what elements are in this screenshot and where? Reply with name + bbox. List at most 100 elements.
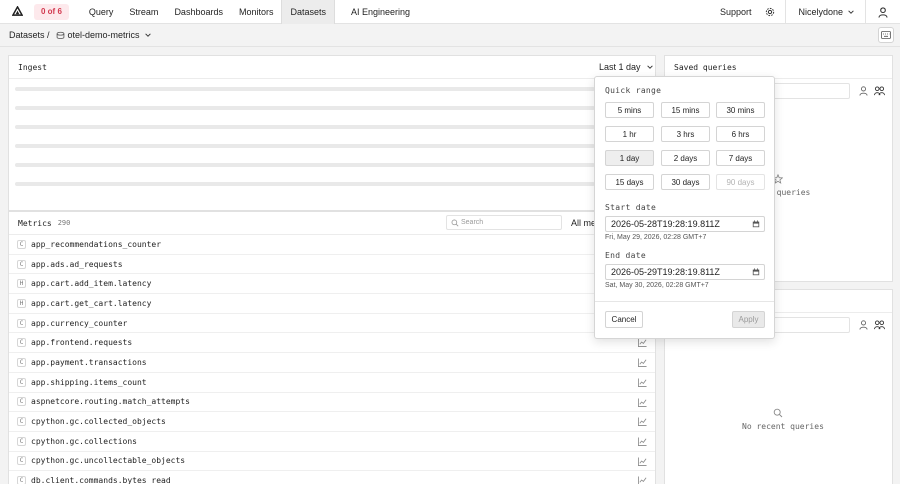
org-switcher[interactable]: Nicelydone — [786, 0, 865, 24]
metric-name: cpython.gc.collections — [31, 436, 137, 446]
loading-skeleton — [15, 106, 595, 110]
metric-type-badge: C — [17, 318, 26, 328]
team-filter-icon[interactable] — [873, 319, 885, 331]
metric-row[interactable]: Happ.cart.add_item.latency — [9, 274, 655, 295]
metric-name: cpython.gc.uncollectable_objects — [31, 456, 186, 466]
metric-row[interactable]: Capp_recommendations_counter — [9, 235, 655, 255]
loading-skeleton — [15, 87, 595, 91]
cancel-button[interactable]: Cancel — [605, 311, 643, 328]
metric-name: cpython.gc.collected_objects — [31, 417, 166, 427]
nav-datasets[interactable]: Datasets — [281, 0, 336, 24]
time-range-selector[interactable]: Last 1 day — [599, 62, 654, 72]
nav-query[interactable]: Query — [81, 0, 122, 24]
nav-stream[interactable]: Stream — [121, 0, 166, 24]
chevron-down-icon[interactable] — [144, 31, 152, 39]
calendar-icon[interactable] — [752, 268, 760, 276]
metric-row[interactable]: Happ.cart.get_cart.latency — [9, 294, 655, 314]
time-range-label: Last 1 day — [599, 62, 641, 72]
metric-row[interactable]: Capp.frontend.requests — [9, 333, 655, 354]
metric-name: app_recommendations_counter — [31, 239, 162, 249]
loading-skeleton — [15, 144, 595, 148]
nav-monitors[interactable]: Monitors — [231, 0, 282, 24]
end-date-value: 2026-05-29T19:28:19.811Z — [611, 267, 720, 277]
dataset-stack-icon — [56, 31, 64, 39]
team-filter-icon[interactable] — [873, 85, 885, 97]
quick-range-option: 90 days — [716, 174, 765, 190]
settings-gear-icon[interactable] — [761, 0, 785, 24]
quick-range-option[interactable]: 7 days — [716, 150, 765, 166]
quick-range-option[interactable]: 1 hr — [605, 126, 654, 142]
metrics-search-input[interactable]: Search — [446, 215, 562, 230]
quick-range-option[interactable]: 30 days — [661, 174, 710, 190]
chart-icon[interactable] — [638, 437, 647, 446]
quick-range-option[interactable]: 1 day — [605, 150, 654, 166]
axiom-logo-icon[interactable] — [0, 0, 34, 24]
start-date-input[interactable]: 2026-05-28T19:28:19.811Z — [605, 216, 765, 232]
keyboard-icon[interactable] — [878, 27, 894, 43]
org-name: Nicelydone — [798, 7, 843, 17]
metric-row[interactable]: Capp.currency_counter — [9, 314, 655, 334]
metric-row[interactable]: Ccpython.gc.uncollectable_objects — [9, 452, 655, 472]
loading-skeleton — [15, 182, 595, 186]
metric-name: db.client.commands.bytes_read — [31, 476, 171, 484]
breadcrumb: Datasets / otel-demo-metrics — [0, 24, 900, 47]
chevron-down-icon — [646, 65, 653, 69]
chart-icon[interactable] — [638, 397, 647, 407]
metrics-list: Capp_recommendations_counter Capp.ads.ad_… — [9, 235, 655, 484]
chart-icon[interactable] — [638, 417, 647, 427]
quick-range-option[interactable]: 30 mins — [716, 102, 765, 118]
time-range-popover: Quick range 5 mins 15 mins 30 mins 1 hr 3 hr… — [594, 76, 775, 339]
onboarding-badge[interactable]: 0 of 6 — [34, 3, 69, 20]
metric-row[interactable]: Caspnetcore.routing.match_attempts — [9, 393, 655, 413]
metric-row[interactable]: Capp.payment.transactions — [9, 353, 655, 373]
user-filter-icon[interactable] — [857, 85, 869, 97]
metric-row[interactable]: Ccpython.gc.collections — [9, 432, 655, 452]
chart-icon[interactable] — [638, 457, 647, 466]
metric-name: app.cart.get_cart.latency — [31, 298, 152, 308]
chart-icon[interactable] — [638, 338, 647, 348]
quick-range-option[interactable]: 15 mins — [661, 102, 710, 118]
top-nav: 0 of 6 Query Stream Dashboards Monitors … — [0, 0, 900, 24]
end-date-local: Sat, May 30, 2026, 02:28 GMT+7 — [605, 282, 709, 289]
end-date-input[interactable]: 2026-05-29T19:28:19.811Z — [605, 264, 765, 280]
metric-name: aspnetcore.routing.match_attempts — [31, 397, 190, 407]
metric-row[interactable]: Capp.shipping.items_count — [9, 373, 655, 393]
calendar-icon[interactable] — [752, 220, 760, 228]
quick-range-option[interactable]: 15 days — [605, 174, 654, 190]
breadcrumb-datasets-link[interactable]: Datasets / — [9, 30, 50, 40]
support-link[interactable]: Support — [712, 0, 762, 24]
metric-type-badge: C — [17, 377, 26, 387]
metrics-header: Metrics 290 Search All met — [9, 212, 655, 235]
quick-range-label: Quick range — [605, 86, 662, 95]
start-date-value: 2026-05-28T19:28:19.811Z — [611, 219, 720, 229]
metric-row[interactable]: Ccpython.gc.collected_objects — [9, 412, 655, 432]
metric-type-badge: C — [17, 357, 26, 367]
nav-dashboards[interactable]: Dashboards — [166, 0, 231, 24]
user-avatar-icon[interactable] — [866, 0, 900, 24]
quick-range-option[interactable]: 3 hrs — [661, 126, 710, 142]
chart-icon[interactable] — [638, 378, 647, 387]
apply-button[interactable]: Apply — [732, 311, 765, 328]
quick-range-option[interactable]: 6 hrs — [716, 126, 765, 142]
popover-divider — [595, 301, 774, 302]
quick-range-option[interactable]: 2 days — [661, 150, 710, 166]
metric-type-badge: H — [17, 298, 26, 308]
quick-range-option[interactable]: 5 mins — [605, 102, 654, 118]
metrics-panel: Metrics 290 Search All met Capp_recommen… — [8, 211, 656, 484]
loading-skeleton — [15, 163, 595, 167]
search-history-icon — [772, 407, 784, 419]
nav-ai-engineering[interactable]: AI Engineering — [343, 0, 418, 24]
metric-row[interactable]: Cdb.client.commands.bytes_read — [9, 471, 655, 484]
metrics-title: Metrics — [18, 218, 52, 228]
metric-type-badge: C — [17, 456, 26, 466]
ingest-title: Ingest — [18, 62, 47, 72]
metric-type-badge: C — [17, 417, 26, 427]
user-filter-icon[interactable] — [857, 319, 869, 331]
breadcrumb-dataset-name[interactable]: otel-demo-metrics — [68, 30, 140, 40]
metric-type-badge: C — [17, 338, 26, 348]
chart-icon[interactable] — [638, 476, 647, 484]
metric-type-badge: C — [17, 397, 26, 407]
chart-icon[interactable] — [638, 358, 647, 368]
metric-type-badge: C — [17, 239, 26, 249]
metric-row[interactable]: Capp.ads.ad_requests — [9, 255, 655, 275]
